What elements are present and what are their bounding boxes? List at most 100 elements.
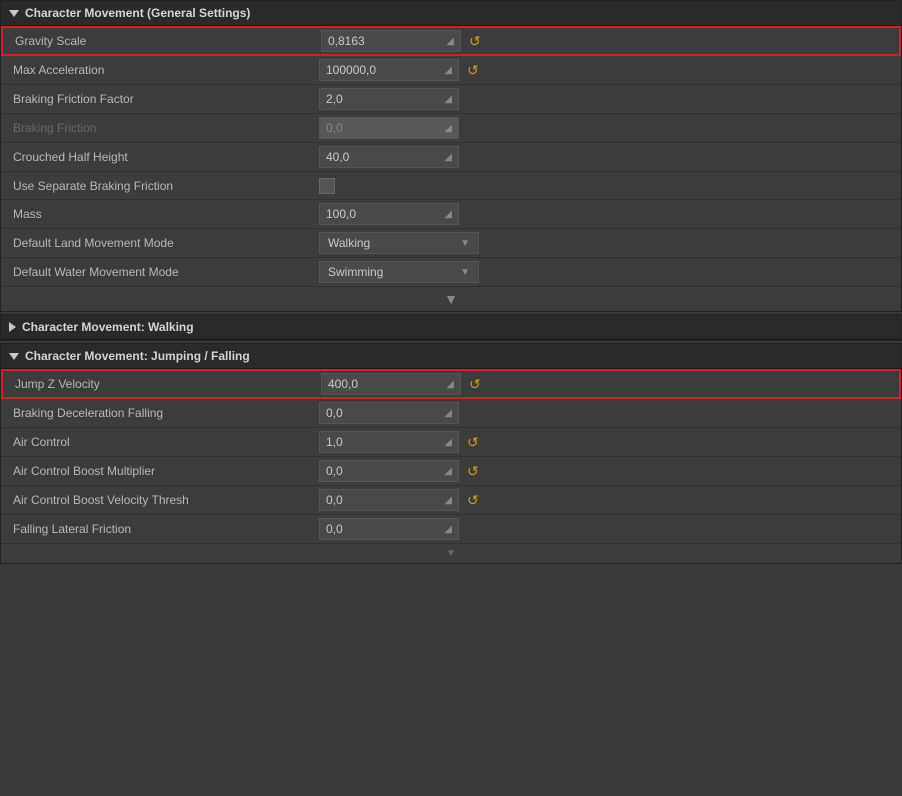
braking-friction-factor-value-group: 2,0 ◢ [319,88,893,110]
general-settings-header[interactable]: Character Movement (General Settings) [1,1,901,26]
mass-label: Mass [9,207,319,221]
default-land-movement-mode-label: Default Land Movement Mode [9,236,319,250]
use-separate-braking-friction-row: Use Separate Braking Friction [1,172,901,200]
crouched-half-height-arrow-icon: ◢ [444,152,452,163]
default-water-movement-mode-value-group: Swimming ▼ [319,261,893,283]
default-land-movement-mode-value-text: Walking [328,236,370,250]
jumping-more-indicator: ▼ [1,544,901,563]
gravity-scale-input[interactable]: 0,8163 ◢ [321,30,461,52]
default-land-movement-mode-row: Default Land Movement Mode Walking ▼ [1,229,901,258]
air-control-boost-multiplier-row: Air Control Boost Multiplier 0,0 ◢ ↺ [1,457,901,486]
braking-deceleration-falling-label: Braking Deceleration Falling [9,406,319,420]
jump-z-velocity-reset-icon[interactable]: ↺ [469,376,481,393]
air-control-arrow-icon: ◢ [444,437,452,448]
gravity-scale-reset-icon[interactable]: ↺ [469,33,481,50]
braking-friction-arrow-icon: ◢ [444,123,452,134]
default-water-movement-mode-dropdown[interactable]: Swimming ▼ [319,261,479,283]
braking-deceleration-falling-row: Braking Deceleration Falling 0,0 ◢ [1,399,901,428]
falling-lateral-friction-arrow-icon: ◢ [444,524,452,535]
air-control-boost-multiplier-reset-icon[interactable]: ↺ [467,463,479,480]
mass-value-group: 100,0 ◢ [319,203,893,225]
braking-friction-factor-label: Braking Friction Factor [9,92,319,106]
air-control-boost-multiplier-label: Air Control Boost Multiplier [9,464,319,478]
max-acceleration-arrow-icon: ◢ [444,65,452,76]
jump-z-velocity-row: Jump Z Velocity 400,0 ◢ ↺ [1,369,901,399]
air-control-boost-multiplier-input[interactable]: 0,0 ◢ [319,460,459,482]
gravity-scale-value-group: 0,8163 ◢ ↺ [321,30,891,52]
jump-z-velocity-value-group: 400,0 ◢ ↺ [321,373,891,395]
braking-friction-factor-input[interactable]: 2,0 ◢ [319,88,459,110]
walking-title: Character Movement: Walking [22,320,194,334]
max-acceleration-reset-icon[interactable]: ↺ [467,62,479,79]
air-control-boost-multiplier-arrow-icon: ◢ [444,466,452,477]
max-acceleration-value-text: 100000,0 [326,63,440,77]
falling-lateral-friction-value-group: 0,0 ◢ [319,518,893,540]
more-arrow-icon: ▼ [444,291,458,307]
walking-panel: Character Movement: Walking [0,314,902,341]
default-land-movement-mode-dropdown-arrow: ▼ [460,238,470,249]
gravity-scale-value-text: 0,8163 [328,34,442,48]
braking-friction-factor-arrow-icon: ◢ [444,94,452,105]
walking-header[interactable]: Character Movement: Walking [1,315,901,340]
general-settings-panel: Character Movement (General Settings) Gr… [0,0,902,312]
collapse-icon-jumping [9,353,19,360]
general-settings-title: Character Movement (General Settings) [25,6,250,20]
air-control-boost-velocity-thresh-reset-icon[interactable]: ↺ [467,492,479,509]
braking-friction-label: Braking Friction [9,121,319,135]
jump-z-velocity-input[interactable]: 400,0 ◢ [321,373,461,395]
use-separate-braking-friction-checkbox[interactable] [319,178,335,194]
braking-friction-input: 0,0 ◢ [319,117,459,139]
braking-friction-value-text: 0,0 [326,121,440,135]
braking-friction-factor-value-text: 2,0 [326,92,440,106]
jumping-falling-panel: Character Movement: Jumping / Falling Ju… [0,343,902,564]
use-separate-braking-friction-value-group [319,178,893,194]
mass-arrow-icon: ◢ [444,209,452,220]
collapse-icon-general [9,10,19,17]
braking-friction-factor-row: Braking Friction Factor 2,0 ◢ [1,85,901,114]
braking-deceleration-falling-value-group: 0,0 ◢ [319,402,893,424]
crouched-half-height-input[interactable]: 40,0 ◢ [319,146,459,168]
default-water-movement-mode-dropdown-arrow: ▼ [460,267,470,278]
default-land-movement-mode-dropdown[interactable]: Walking ▼ [319,232,479,254]
air-control-boost-velocity-thresh-row: Air Control Boost Velocity Thresh 0,0 ◢ … [1,486,901,515]
braking-friction-row: Braking Friction 0,0 ◢ [1,114,901,143]
jumping-falling-title: Character Movement: Jumping / Falling [25,349,250,363]
air-control-value-group: 1,0 ◢ ↺ [319,431,893,453]
default-water-movement-mode-label: Default Water Movement Mode [9,265,319,279]
air-control-input[interactable]: 1,0 ◢ [319,431,459,453]
max-acceleration-value-group: 100000,0 ◢ ↺ [319,59,893,81]
falling-lateral-friction-value-text: 0,0 [326,522,440,536]
air-control-boost-velocity-thresh-label: Air Control Boost Velocity Thresh [9,493,319,507]
braking-deceleration-falling-arrow-icon: ◢ [444,408,452,419]
max-acceleration-row: Max Acceleration 100000,0 ◢ ↺ [1,56,901,85]
air-control-boost-velocity-thresh-value-text: 0,0 [326,493,440,507]
falling-lateral-friction-row: Falling Lateral Friction 0,0 ◢ [1,515,901,544]
gravity-scale-label: Gravity Scale [11,34,321,48]
gravity-scale-row: Gravity Scale 0,8163 ◢ ↺ [1,26,901,56]
jumping-falling-header[interactable]: Character Movement: Jumping / Falling [1,344,901,369]
air-control-boost-velocity-thresh-value-group: 0,0 ◢ ↺ [319,489,893,511]
air-control-label: Air Control [9,435,319,449]
air-control-boost-velocity-thresh-arrow-icon: ◢ [444,495,452,506]
jump-z-velocity-label: Jump Z Velocity [11,377,321,391]
use-separate-braking-friction-label: Use Separate Braking Friction [9,179,319,193]
max-acceleration-input[interactable]: 100000,0 ◢ [319,59,459,81]
braking-friction-value-group: 0,0 ◢ [319,117,893,139]
mass-input[interactable]: 100,0 ◢ [319,203,459,225]
mass-row: Mass 100,0 ◢ [1,200,901,229]
braking-deceleration-falling-value-text: 0,0 [326,406,440,420]
crouched-half-height-value-group: 40,0 ◢ [319,146,893,168]
air-control-reset-icon[interactable]: ↺ [467,434,479,451]
jumping-more-arrow-icon: ▼ [446,548,456,559]
default-water-movement-mode-value-text: Swimming [328,265,383,279]
jump-z-velocity-arrow-icon: ◢ [446,379,454,390]
crouched-half-height-row: Crouched Half Height 40,0 ◢ [1,143,901,172]
default-land-movement-mode-value-group: Walking ▼ [319,232,893,254]
braking-deceleration-falling-input[interactable]: 0,0 ◢ [319,402,459,424]
collapse-icon-walking [9,322,16,332]
falling-lateral-friction-input[interactable]: 0,0 ◢ [319,518,459,540]
air-control-boost-velocity-thresh-input[interactable]: 0,0 ◢ [319,489,459,511]
gravity-scale-arrow-icon: ◢ [446,36,454,47]
crouched-half-height-label: Crouched Half Height [9,150,319,164]
crouched-half-height-value-text: 40,0 [326,150,440,164]
